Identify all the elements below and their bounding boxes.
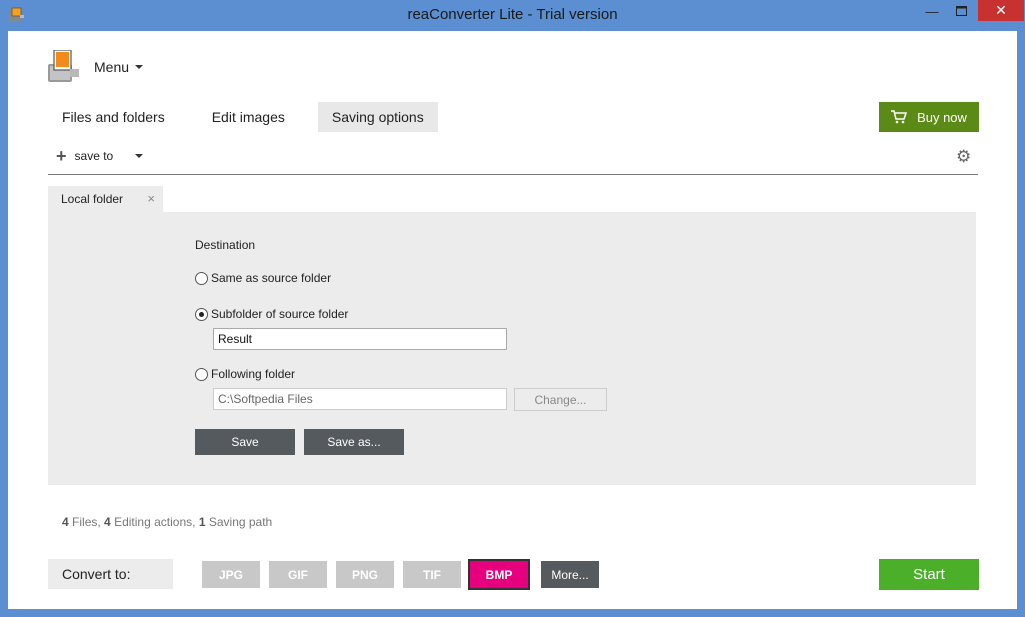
save-button[interactable]: Save	[195, 429, 295, 455]
edit-count: 4	[104, 515, 111, 529]
save-as-button[interactable]: Save as...	[304, 429, 404, 455]
title-bar: reaConverter Lite - Trial version — ✕	[0, 0, 1025, 31]
save-to-label: save to	[74, 149, 114, 163]
app-window: reaConverter Lite - Trial version — ✕ Me…	[0, 0, 1025, 617]
tab-bar: Files and folders Edit images Saving opt…	[48, 102, 457, 132]
main-content: Menu Files and folders Edit images Savin…	[8, 31, 1017, 609]
radio-same-as-source[interactable]: Same as source folder	[195, 271, 331, 285]
destination-heading: Destination	[195, 238, 256, 252]
radio-button[interactable]	[195, 367, 208, 381]
chevron-down-icon	[135, 154, 144, 158]
destination-panel: Destination Same as source folder Subfol…	[48, 212, 976, 485]
format-png-button[interactable]: PNG	[336, 561, 394, 588]
tab-saving-options[interactable]: Saving options	[317, 102, 438, 132]
gear-icon[interactable]: ⚙	[956, 147, 971, 167]
format-gif-button[interactable]: GIF	[269, 561, 327, 588]
tab-files-and-folders[interactable]: Files and folders	[48, 102, 179, 132]
divider	[48, 174, 978, 175]
more-formats-button[interactable]: More...	[541, 561, 599, 588]
radio-label: Subfolder of source folder	[211, 307, 349, 321]
chevron-down-icon	[135, 65, 144, 69]
edit-label: Editing actions,	[114, 515, 196, 529]
plus-icon: +	[56, 146, 67, 166]
radio-label: Same as source folder	[211, 271, 332, 285]
buy-now-label: Buy now	[917, 109, 967, 125]
subfolder-name-input[interactable]: Result	[213, 328, 507, 350]
radio-button[interactable]	[195, 307, 208, 321]
radio-label: Following folder	[211, 367, 296, 381]
path-count: 1	[198, 515, 206, 529]
tab-edit-images[interactable]: Edit images	[198, 102, 299, 132]
change-folder-button[interactable]: Change...	[514, 388, 607, 411]
close-tab-icon[interactable]: ×	[147, 191, 155, 206]
close-icon[interactable]: ✕	[978, 0, 1024, 21]
files-count: 4	[62, 515, 69, 529]
radio-button[interactable]	[195, 271, 208, 285]
save-to-dropdown[interactable]: + save to	[56, 146, 144, 166]
path-label: Saving path	[208, 515, 273, 529]
window-title: reaConverter Lite - Trial version	[407, 6, 618, 23]
tab-local-folder[interactable]: Local folder ×	[48, 186, 163, 212]
main-menu[interactable]: Menu	[48, 49, 144, 85]
format-bmp-button[interactable]: BMP	[468, 559, 530, 590]
start-button[interactable]: Start	[879, 559, 979, 590]
maximize-icon[interactable]	[948, 0, 974, 22]
following-folder-input[interactable]: C:\Softpedia Files	[213, 388, 507, 410]
status-summary: 4 Files, 4 Editing actions, 1 Saving pat…	[62, 515, 272, 529]
convert-to-label: Convert to:	[48, 559, 173, 589]
format-jpg-button[interactable]: JPG	[202, 561, 260, 588]
radio-following-folder[interactable]: Following folder	[195, 367, 295, 381]
app-logo-icon	[48, 50, 79, 82]
menu-label: Menu	[94, 59, 130, 75]
minimize-icon[interactable]: —	[916, 0, 948, 22]
files-label: Files,	[72, 515, 101, 529]
format-tif-button[interactable]: TIF	[403, 561, 461, 588]
buy-now-button[interactable]: Buy now	[879, 102, 979, 132]
local-folder-label: Local folder	[61, 192, 124, 206]
cart-icon	[891, 110, 908, 124]
radio-subfolder[interactable]: Subfolder of source folder	[195, 307, 348, 321]
